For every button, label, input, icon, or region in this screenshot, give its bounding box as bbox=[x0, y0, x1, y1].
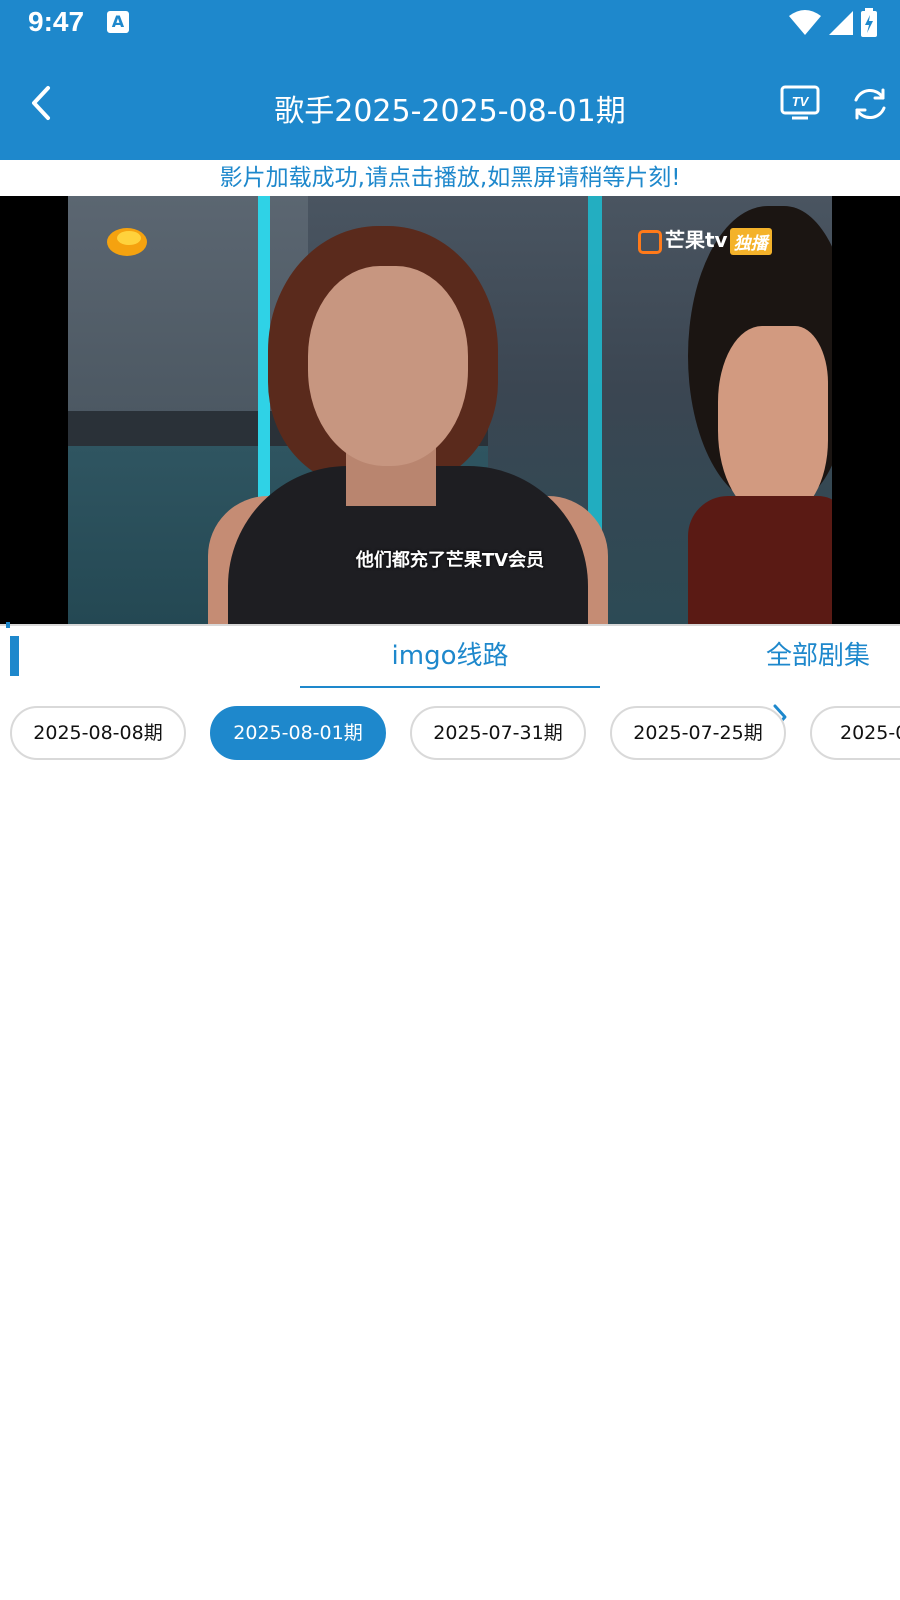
all-episodes-button[interactable]: 全部剧集 bbox=[766, 626, 900, 729]
mango-logo-icon bbox=[638, 229, 662, 254]
episode-chip[interactable]: 2025-07-31期 bbox=[410, 706, 586, 760]
episode-chip[interactable]: 2025-07-25期 bbox=[610, 706, 786, 760]
svg-text:TV: TV bbox=[792, 94, 810, 109]
cast-tv-button[interactable]: TV bbox=[780, 85, 820, 121]
video-frame[interactable]: 芒果tv 独播 他们都充了芒果TV会员 bbox=[68, 196, 832, 624]
refresh-icon bbox=[854, 88, 886, 120]
episode-chip[interactable]: 2025-08-08期 bbox=[10, 706, 186, 760]
battery-icon bbox=[861, 8, 877, 37]
all-episodes-label: 全部剧集 bbox=[766, 641, 871, 671]
a-icon: A bbox=[107, 11, 129, 33]
status-time: 9:47 bbox=[28, 6, 85, 37]
hunan-tv-logo bbox=[107, 228, 147, 256]
load-notice: 影片加载成功,请点击播放,如黑屏请稍等片刻! bbox=[219, 165, 681, 191]
tab-imgo-route[interactable]: imgo线路 bbox=[300, 626, 600, 686]
episode-list: 2025-08-08期 2025-08-01期 2025-07-31期 2025… bbox=[0, 706, 900, 764]
page-title: 歌手2025-2025-08-01期 bbox=[274, 94, 626, 129]
video-subtitle: 他们都充了芒果TV会员 bbox=[355, 550, 545, 571]
refresh-button[interactable] bbox=[850, 84, 890, 124]
section-indicator bbox=[10, 636, 19, 676]
status-icons bbox=[788, 8, 878, 40]
signal-icon bbox=[828, 11, 853, 35]
app-bar: 歌手2025-2025-08-01期 TV bbox=[0, 48, 900, 160]
episode-chip-selected[interactable]: 2025-08-01期 bbox=[210, 706, 386, 760]
tv-icon: TV bbox=[780, 85, 820, 120]
episode-chip[interactable]: 2025-07-24期 bbox=[810, 706, 900, 760]
tab-underline bbox=[300, 686, 600, 688]
status-bar: 9:47 A bbox=[0, 0, 900, 48]
video-player[interactable]: 芒果tv 独播 他们都充了芒果TV会员 bbox=[0, 196, 900, 624]
wifi-icon bbox=[788, 10, 821, 35]
route-bar: imgo线路 全部剧集 bbox=[0, 626, 900, 729]
mango-tv-logo: 芒果tv 独播 bbox=[638, 224, 772, 255]
